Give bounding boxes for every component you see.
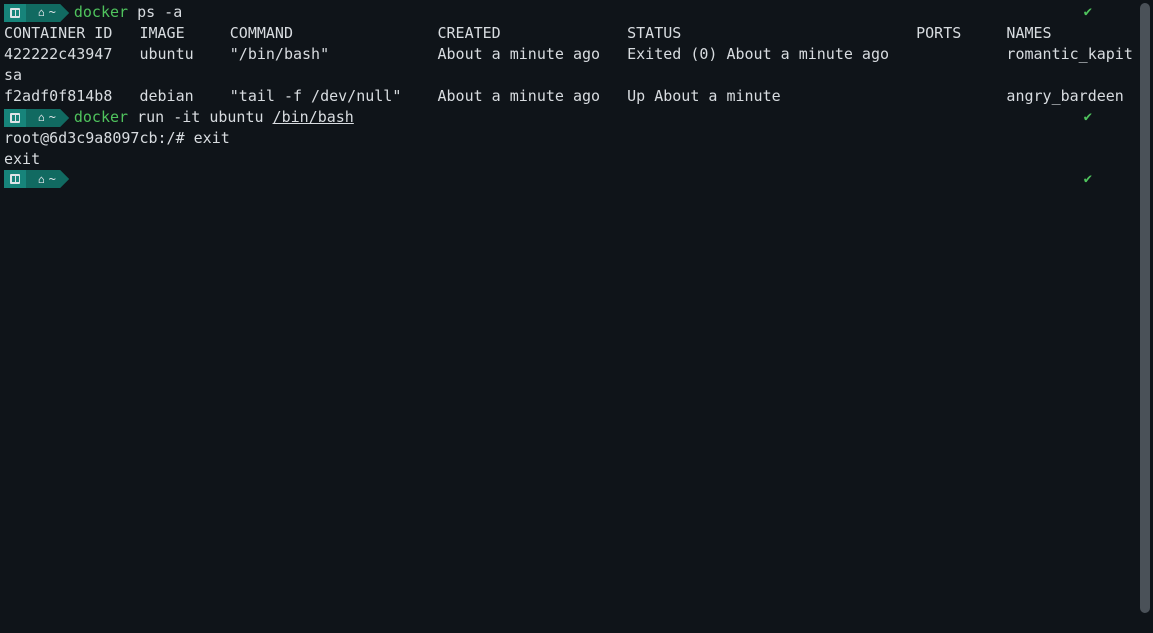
home-icon: ⌂ [38,107,45,128]
scrollbar-thumb[interactable] [1140,3,1150,613]
cmd-keyword: docker [74,108,128,126]
command-text: docker run -it ubuntu /bin/bash [74,107,354,128]
ps-header: CONTAINER ID IMAGE COMMAND CREATED STATU… [4,23,1130,44]
cmd-args: ps -a [128,3,182,21]
prompt-badge: ⌂~ [4,109,60,127]
home-icon: ⌂ [38,2,45,23]
cmd-path: /bin/bash [273,108,354,126]
distro-icon [4,109,26,127]
prompt-line-2: ⌂~ docker run -it ubuntu /bin/bash ✔ [4,107,1130,128]
distro-icon [4,4,26,22]
home-icon: ⌂ [38,169,45,190]
tilde: ~ [49,2,56,23]
tilde: ~ [49,169,56,190]
prompt-line-1: ⌂~ docker ps -a ✔ [4,2,1130,23]
prompt-line-3[interactable]: ⌂~ ✔ [4,170,1130,188]
success-check-icon: ✔ [1084,169,1092,190]
command-text: docker ps -a [74,2,182,23]
tilde: ~ [49,107,56,128]
path-segment: ⌂~ [26,109,60,127]
prompt-badge: ⌂~ [4,170,60,188]
ps-row: f2adf0f814b8 debian "tail -f /dev/null" … [4,86,1130,107]
path-segment: ⌂~ [26,170,60,188]
success-check-icon: ✔ [1084,2,1092,23]
terminal-viewport[interactable]: ⌂~ docker ps -a ✔ CONTAINER ID IMAGE COM… [0,0,1134,633]
ps-row: 422222c43947 ubuntu "/bin/bash" About a … [4,44,1130,86]
scrollbar-track[interactable] [1140,3,1150,630]
distro-icon [4,170,26,188]
cmd-args: run -it ubuntu [128,108,273,126]
prompt-badge: ⌂~ [4,4,60,22]
success-check-icon: ✔ [1084,107,1092,128]
cmd-keyword: docker [74,3,128,21]
path-segment: ⌂~ [26,4,60,22]
exit-echo: exit [4,149,1130,170]
container-shell-line: root@6d3c9a8097cb:/# exit [4,128,1130,149]
